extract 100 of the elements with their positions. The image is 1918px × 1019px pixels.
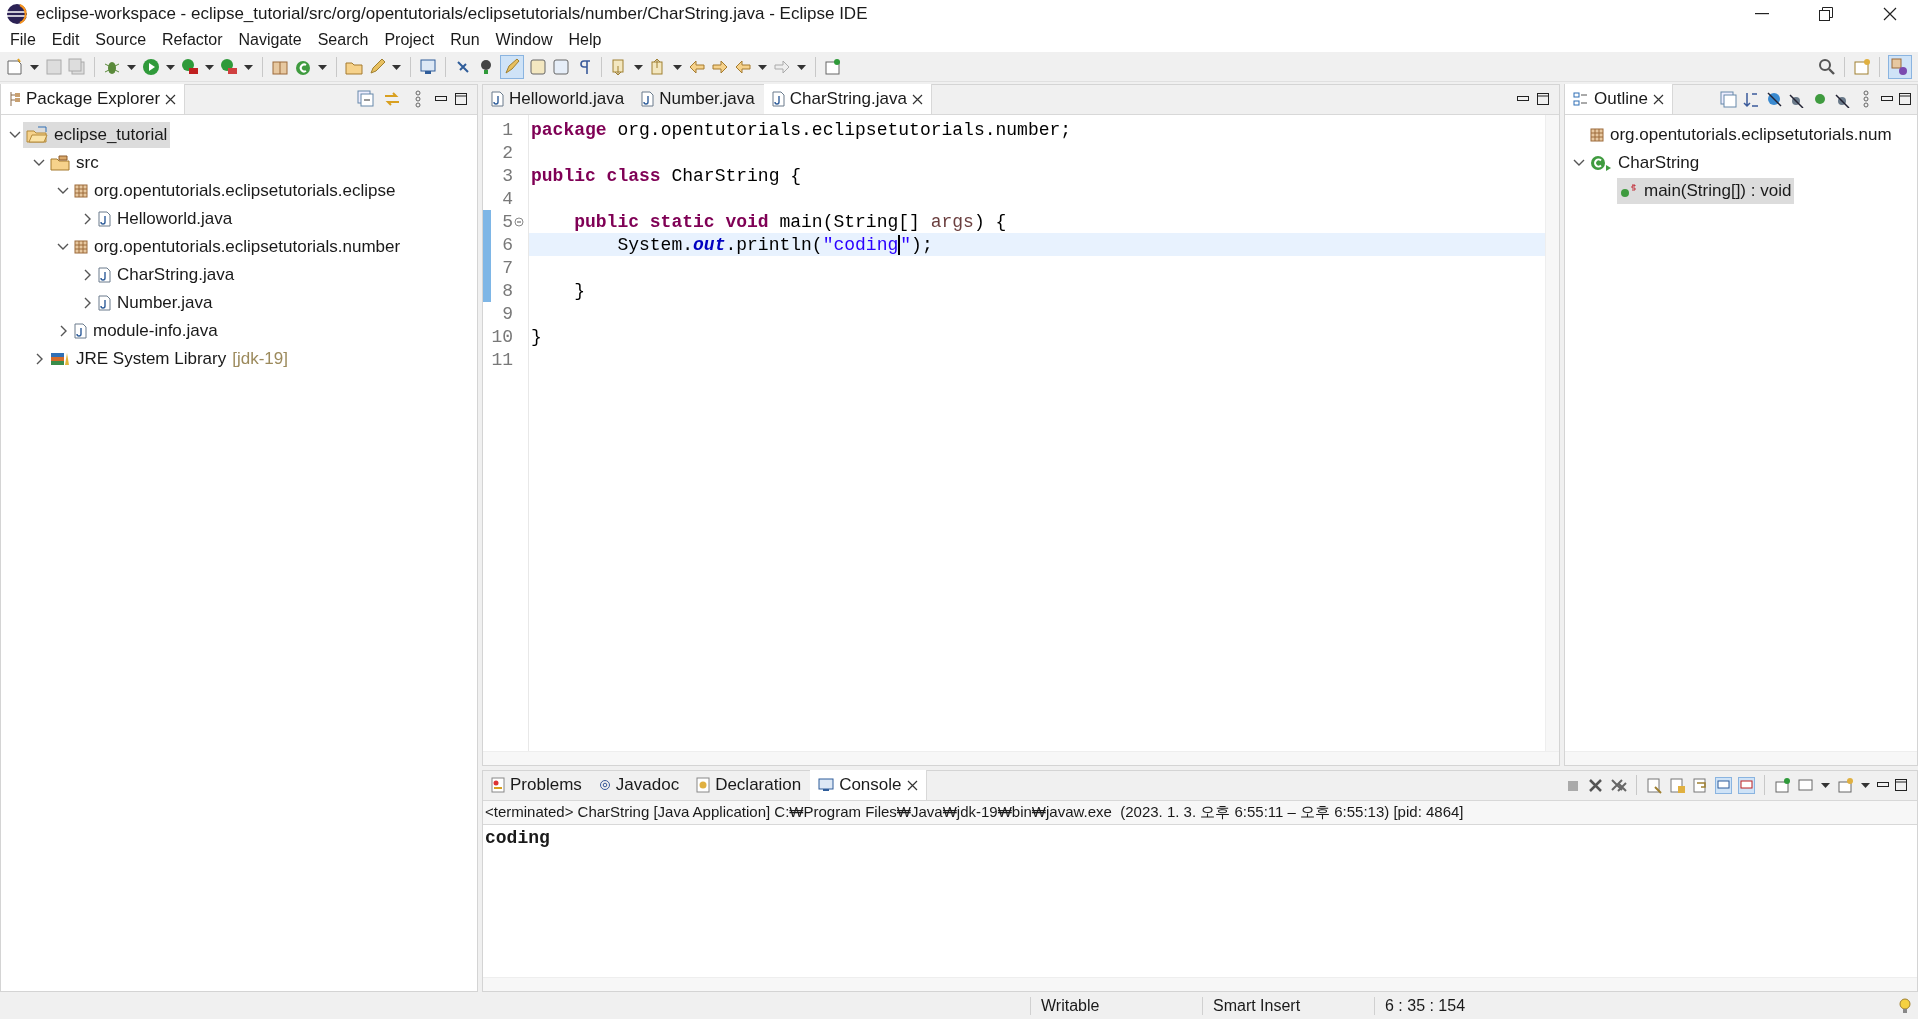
app-logo-icon (6, 3, 28, 25)
tree-item[interactable]: org.opentutorials.eclipsetutorials.number (71, 234, 404, 260)
editor-tab[interactable]: Number.java (633, 84, 764, 114)
show-stderr-icon[interactable] (1738, 776, 1755, 794)
view-tab[interactable]: Problems (483, 770, 591, 800)
code-line: package org.opentutorials.eclipsetutorials.number; (530, 118, 1073, 141)
outline-item[interactable]: main(String[]) : void (1617, 178, 1795, 204)
view-tab[interactable]: Outline (1565, 84, 1673, 114)
minimize-window-icon[interactable] (1755, 13, 1769, 15)
horizontal-scrollbar[interactable] (483, 977, 1917, 991)
hide-fields-icon[interactable] (1766, 90, 1783, 108)
tab-label: Javadoc (615, 775, 680, 795)
line-number: 9 (501, 303, 513, 324)
outline-item[interactable]: org.opentutorials.eclipsetutorials.num (1587, 122, 1895, 148)
status-text: Writable (1030, 996, 1202, 1015)
sort-icon[interactable] (1743, 90, 1760, 108)
clear-console-icon[interactable] (1646, 776, 1663, 794)
collapse-all-icon[interactable] (1720, 90, 1737, 108)
maximize-icon[interactable] (1895, 779, 1907, 791)
horizontal-scrollbar[interactable] (483, 751, 1559, 765)
view-tab[interactable]: Javadoc (590, 770, 689, 800)
menu-item[interactable]: Edit (43, 31, 88, 49)
minimize-icon[interactable] (435, 96, 447, 102)
maximize-icon[interactable] (1899, 93, 1911, 105)
close-icon[interactable] (911, 93, 923, 105)
restore-window-icon[interactable] (1819, 7, 1833, 21)
console-icon (818, 778, 835, 792)
block-select-icon[interactable] (529, 57, 547, 76)
close-icon[interactable] (1652, 93, 1664, 105)
pin-editor-icon[interactable] (824, 57, 842, 76)
show-stdout-icon[interactable] (1715, 776, 1732, 794)
tab-label: Outline (1594, 89, 1648, 109)
menu-item[interactable]: Window (487, 31, 561, 49)
menu-item[interactable]: Source (87, 31, 155, 49)
vertical-scrollbar[interactable] (1545, 115, 1559, 751)
minimize-icon[interactable] (1877, 782, 1889, 788)
java-file-icon (641, 91, 655, 107)
external-tool-icon[interactable] (220, 57, 238, 76)
view-tab[interactable]: Package Explorer (1, 84, 186, 114)
console-output: coding (485, 828, 550, 848)
pin-console-icon[interactable] (1774, 776, 1791, 794)
java-file-icon (98, 267, 111, 283)
editor-tab[interactable]: Helloworld.java (483, 84, 634, 114)
public-static-method-icon (1620, 183, 1638, 199)
package-icon (74, 240, 88, 254)
menu-item[interactable]: Project (376, 31, 443, 49)
menu-item[interactable]: Help (560, 31, 610, 49)
caret-icon[interactable] (1860, 780, 1871, 790)
item-label: eclipse_tutorial (54, 125, 168, 145)
monitor-icon[interactable] (419, 57, 437, 76)
coverage-run-icon[interactable] (181, 57, 199, 76)
close-icon[interactable] (906, 779, 918, 791)
tree-item[interactable]: CharString.java (95, 262, 238, 288)
line-number: 4 (501, 188, 513, 209)
view-tab[interactable]: Declaration (688, 770, 811, 800)
fold-toggle-icon[interactable] (514, 216, 524, 227)
word-wrap-icon[interactable] (1692, 776, 1709, 794)
minimize-icon[interactable] (1517, 96, 1529, 102)
search-pencil-icon[interactable] (368, 57, 386, 76)
item-label: Number.java (117, 293, 213, 313)
java-perspective-icon[interactable] (1888, 54, 1912, 79)
item-label: module-info.java (93, 321, 218, 341)
tab-label: Helloworld.java (509, 89, 625, 109)
editor-tab[interactable]: CharString.java (763, 84, 932, 114)
outline-item[interactable]: CharString (1587, 150, 1703, 176)
tree-item[interactable]: Number.java (95, 290, 216, 316)
item-label: CharString (1618, 153, 1700, 173)
close-window-icon[interactable] (1883, 7, 1897, 21)
remove-all-icon[interactable] (1610, 776, 1627, 794)
caret-icon[interactable] (1820, 780, 1831, 790)
minimize-icon[interactable] (1881, 96, 1893, 102)
remove-launch-icon[interactable] (1587, 776, 1604, 794)
status-text: 6 : 35 : 154 (1374, 996, 1546, 1015)
menu-item[interactable]: Navigate (230, 31, 310, 49)
horizontal-scrollbar[interactable] (1565, 751, 1917, 765)
tree-item[interactable]: Helloworld.java (95, 206, 236, 232)
menu-item[interactable]: File (2, 31, 44, 49)
tree-item[interactable]: JRE System Library [jdk-19] (47, 346, 291, 372)
close-icon[interactable] (165, 93, 177, 105)
search-icon[interactable] (1818, 57, 1836, 76)
code-line: public static void main(String[] args) { (573, 210, 1008, 233)
tree-item[interactable]: module-info.java (71, 318, 221, 344)
tab-label: CharString.java (789, 89, 907, 109)
maximize-icon[interactable] (1537, 93, 1549, 105)
collapse-all-icon[interactable] (357, 90, 375, 108)
maximize-icon[interactable] (455, 93, 467, 105)
run-icon[interactable] (142, 57, 160, 76)
menu-item[interactable]: Run (442, 31, 488, 49)
tree-item[interactable]: src (47, 150, 102, 176)
menu-item[interactable]: Refactor (154, 31, 231, 49)
highlight-pen-icon[interactable] (500, 54, 524, 79)
tree-item[interactable]: org.opentutorials.eclipsetutorials.eclipse (71, 178, 399, 204)
item-label: org.opentutorials.eclipsetutorials.eclipse (94, 181, 396, 201)
whitespace-icon[interactable] (552, 57, 570, 76)
item-suffix: [jdk-19] (232, 349, 288, 369)
package-icon (1590, 128, 1604, 142)
menu-item[interactable]: Search (309, 31, 377, 49)
code-line: } (573, 279, 586, 302)
view-tab[interactable]: Console (810, 770, 927, 800)
tree-item[interactable]: eclipse_tutorial (23, 122, 171, 148)
